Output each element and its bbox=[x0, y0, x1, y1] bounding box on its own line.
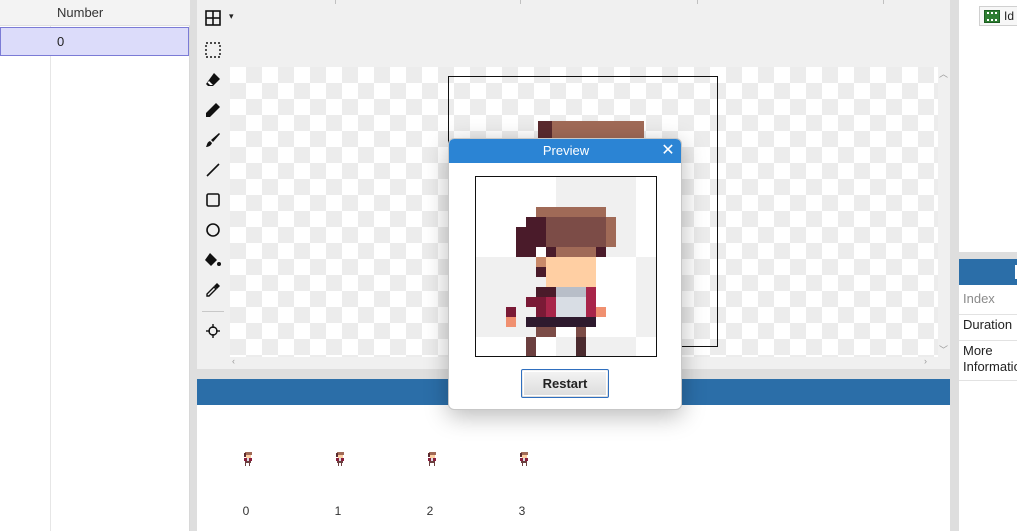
animation-item-label: Id bbox=[1004, 9, 1015, 23]
dialog-title: Preview bbox=[449, 139, 681, 163]
tool-separator bbox=[202, 311, 224, 312]
animation-list-item[interactable]: Id bbox=[979, 6, 1017, 26]
frame-thumbnail-image bbox=[336, 452, 344, 466]
frame-thumbnail[interactable]: 2 bbox=[421, 449, 445, 519]
grid-icon[interactable] bbox=[201, 6, 225, 30]
sprite-hair-visible bbox=[538, 121, 644, 139]
animation-list: Id bbox=[959, 0, 1017, 252]
property-index: Index bbox=[959, 289, 1017, 315]
sprite-hair-dark-visible bbox=[538, 121, 552, 139]
pencil-icon[interactable] bbox=[201, 98, 225, 122]
frame-number: 0 bbox=[242, 504, 250, 518]
table-header: Number bbox=[0, 0, 190, 26]
frame-number: 3 bbox=[518, 504, 526, 518]
properties-header bbox=[959, 259, 1017, 285]
property-more-information[interactable]: More Information bbox=[959, 341, 1017, 381]
frame-thumbnail-image bbox=[428, 452, 436, 466]
frame-thumbnail-image bbox=[244, 452, 252, 466]
fill-bucket-icon[interactable] bbox=[201, 248, 225, 272]
frame-thumbnail[interactable]: 3 bbox=[513, 449, 537, 519]
scroll-down-icon[interactable]: ﹀ bbox=[939, 343, 948, 356]
grid-dropdown-icon[interactable]: ▾ bbox=[229, 11, 234, 22]
properties-panel: Index Duration More Information bbox=[959, 259, 1017, 531]
table-cell-number[interactable]: 0 bbox=[57, 34, 64, 49]
scroll-left-icon[interactable]: ‹ bbox=[232, 356, 235, 366]
character-sprite bbox=[506, 207, 616, 356]
frame-thumbnail-image bbox=[520, 452, 528, 466]
splitter-left[interactable] bbox=[190, 0, 197, 531]
preview-canvas bbox=[475, 176, 657, 357]
ellipse-icon[interactable] bbox=[201, 218, 225, 242]
eraser-icon[interactable] bbox=[201, 68, 225, 92]
frame-thumbnail[interactable]: 0 bbox=[237, 449, 261, 519]
crosshair-icon[interactable] bbox=[201, 319, 225, 343]
scroll-up-icon[interactable]: ︿ bbox=[939, 67, 948, 80]
canvas-vertical-scrollbar[interactable]: ︿ ﹀ bbox=[938, 67, 950, 357]
rectangle-icon[interactable] bbox=[201, 188, 225, 212]
line-icon[interactable] bbox=[201, 158, 225, 182]
splitter-right[interactable] bbox=[950, 0, 959, 531]
column-divider bbox=[50, 0, 51, 531]
restart-button[interactable]: Restart bbox=[521, 369, 609, 398]
preview-dialog: Preview ✕ Restart bbox=[448, 138, 682, 410]
film-strip-icon bbox=[984, 10, 1000, 23]
property-duration[interactable]: Duration bbox=[959, 315, 1017, 341]
scroll-right-icon[interactable]: › bbox=[924, 356, 927, 366]
frame-table: Number 0 bbox=[0, 0, 190, 531]
column-header-number[interactable]: Number bbox=[57, 5, 103, 20]
table-row-selected[interactable] bbox=[0, 27, 189, 56]
close-icon[interactable]: ✕ bbox=[660, 141, 676, 161]
frame-thumbnail[interactable]: 1 bbox=[329, 449, 353, 519]
frame-number: 2 bbox=[426, 504, 434, 518]
splitter-right-horizontal[interactable] bbox=[959, 252, 1017, 259]
select-rect-icon[interactable] bbox=[201, 38, 225, 62]
frame-number: 1 bbox=[334, 504, 342, 518]
tool-palette: ▾ bbox=[197, 0, 234, 375]
brush-icon[interactable] bbox=[201, 128, 225, 152]
ruler-ticks bbox=[197, 0, 950, 4]
eyedropper-icon[interactable] bbox=[201, 278, 225, 302]
